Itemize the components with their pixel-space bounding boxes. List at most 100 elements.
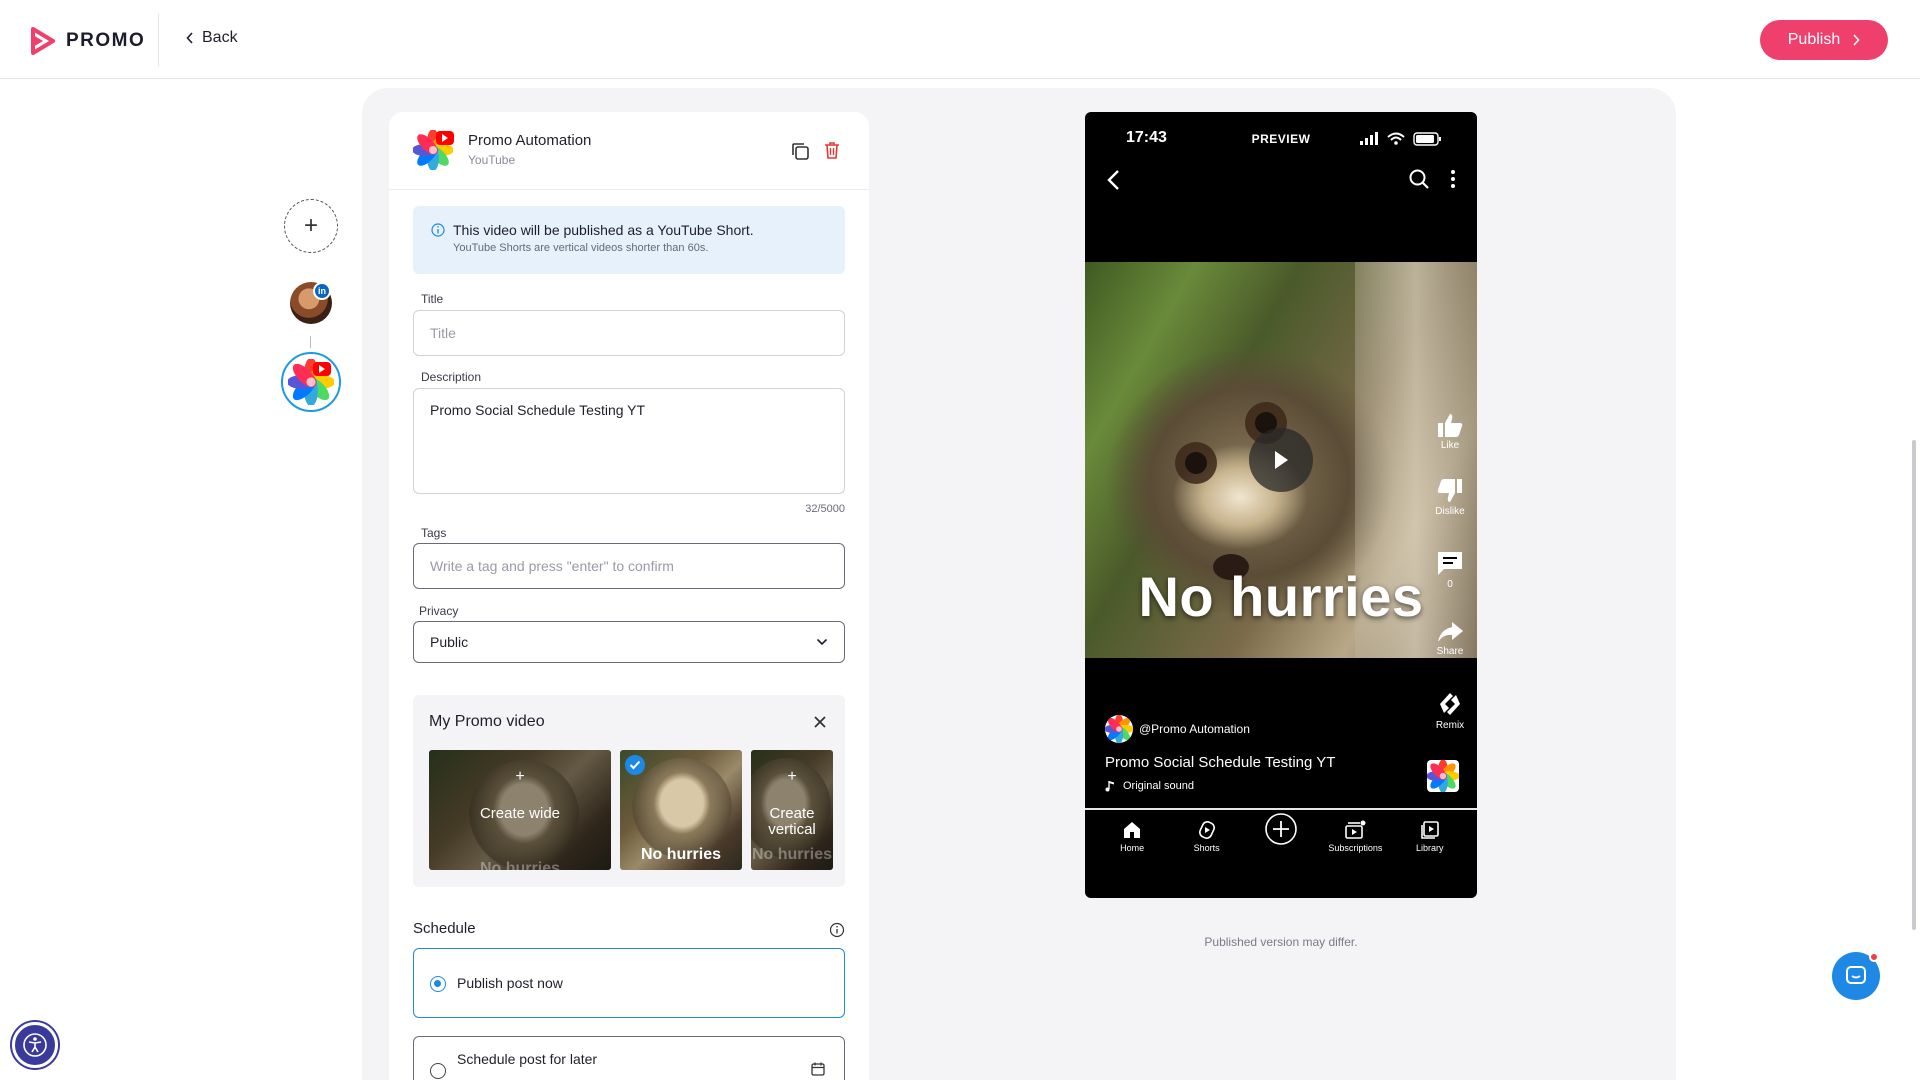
account-header: Promo Automation YouTube bbox=[389, 112, 869, 190]
shorts-tabbar: Home Shorts Subscriptions Library bbox=[1085, 813, 1477, 878]
back-button[interactable]: Back bbox=[186, 29, 238, 47]
calendar-icon[interactable] bbox=[810, 1061, 826, 1077]
promo-logo[interactable]: PROMO bbox=[30, 27, 145, 55]
thumb-caption: No hurries bbox=[751, 846, 832, 863]
thumbs-down-icon bbox=[1437, 479, 1462, 502]
post-editor-card: Promo Automation YouTube This video will… bbox=[389, 112, 869, 1080]
music-note-icon bbox=[1105, 781, 1114, 792]
shorts-preview-phone: 17:43 PREVIEW No hurries Like Dislike 0 bbox=[1085, 112, 1477, 898]
short-video[interactable]: No hurries bbox=[1085, 262, 1477, 658]
promo-logo-icon bbox=[31, 27, 55, 55]
description-label: Description bbox=[421, 370, 482, 384]
publish-now-option[interactable]: Publish post now bbox=[413, 948, 845, 1018]
subscriptions-icon bbox=[1345, 820, 1366, 839]
play-button[interactable] bbox=[1249, 428, 1313, 492]
sound-row[interactable]: Original sound bbox=[1105, 780, 1194, 792]
thumb-action-label: Create wide bbox=[479, 805, 561, 822]
chat-icon bbox=[1846, 966, 1866, 984]
remix-label: Remix bbox=[1435, 720, 1465, 731]
title-input[interactable] bbox=[413, 310, 845, 356]
channel-handle: @Promo Automation bbox=[1139, 722, 1250, 736]
account-name: Promo Automation bbox=[468, 132, 592, 149]
thumbs-up-icon bbox=[1438, 414, 1463, 437]
tab-library[interactable]: Library bbox=[1398, 818, 1462, 853]
sound-label: Original sound bbox=[1123, 780, 1194, 792]
page-scrollbar[interactable] bbox=[1912, 440, 1916, 930]
shorts-icon bbox=[1198, 821, 1215, 839]
privacy-select[interactable]: Public bbox=[413, 621, 845, 663]
trash-icon[interactable] bbox=[821, 139, 843, 161]
schedule-label: Schedule bbox=[413, 920, 476, 937]
youtube-short-info: This video will be published as a YouTub… bbox=[413, 206, 845, 274]
add-circle-icon bbox=[1265, 813, 1297, 845]
play-icon bbox=[1275, 451, 1288, 469]
comments-count: 0 bbox=[1447, 579, 1453, 590]
chevron-right-icon bbox=[1853, 34, 1860, 46]
share-action[interactable]: Share bbox=[1430, 620, 1470, 657]
privacy-value: Public bbox=[430, 634, 469, 650]
chevron-left-icon bbox=[186, 32, 193, 44]
comment-icon bbox=[1438, 552, 1462, 575]
more-vertical-icon[interactable] bbox=[1450, 168, 1456, 190]
info-title: This video will be published as a YouTub… bbox=[453, 222, 754, 238]
description-textarea[interactable] bbox=[413, 388, 845, 494]
checkmark-icon bbox=[625, 755, 645, 775]
youtube-account-avatar[interactable] bbox=[281, 352, 341, 412]
search-icon[interactable] bbox=[1408, 168, 1430, 190]
notification-dot bbox=[1869, 952, 1879, 962]
home-icon bbox=[1124, 822, 1141, 838]
info-icon bbox=[431, 223, 445, 237]
option-label: Schedule post for later bbox=[457, 1051, 598, 1067]
logo-text: PROMO bbox=[66, 30, 146, 51]
publish-button[interactable]: Publish bbox=[1760, 20, 1888, 60]
schedule-later-option[interactable]: Schedule post for later bbox=[413, 1036, 845, 1080]
duplicate-icon[interactable] bbox=[789, 140, 811, 162]
create-wide-thumbnail[interactable]: + Create wide No hurries bbox=[429, 750, 611, 870]
tab-subscriptions[interactable]: Subscriptions bbox=[1323, 818, 1387, 853]
plus-icon: + bbox=[303, 212, 318, 239]
flower-icon bbox=[1105, 715, 1133, 743]
comments-action[interactable]: 0 bbox=[1430, 549, 1470, 590]
thumb-caption: No hurries bbox=[640, 846, 721, 863]
rail-connector bbox=[310, 336, 311, 348]
video-caption: No hurries bbox=[1138, 565, 1424, 628]
library-icon bbox=[1420, 821, 1439, 839]
remix-icon bbox=[1440, 693, 1460, 715]
sloth-image bbox=[632, 758, 732, 858]
selected-vertical-thumbnail[interactable]: No hurries bbox=[620, 750, 742, 870]
dislike-label: Dislike bbox=[1435, 506, 1465, 517]
accessibility-button[interactable] bbox=[12, 1022, 58, 1068]
status-icons bbox=[1360, 132, 1441, 146]
tab-home[interactable]: Home bbox=[1100, 818, 1164, 853]
sloth-eye bbox=[1185, 452, 1207, 474]
like-label: Like bbox=[1440, 440, 1460, 451]
tab-shorts[interactable]: Shorts bbox=[1175, 818, 1239, 853]
top-bar: PROMO Back Publish bbox=[0, 0, 1920, 79]
share-label: Share bbox=[1436, 646, 1464, 657]
tab-create[interactable] bbox=[1249, 813, 1313, 849]
back-arrow-icon[interactable] bbox=[1104, 168, 1124, 192]
thumb-caption: No hurries bbox=[479, 860, 560, 870]
create-vertical-thumbnail[interactable]: + Create vertical No hurries bbox=[751, 750, 833, 870]
channel-row[interactable]: @Promo Automation bbox=[1105, 715, 1250, 743]
info-icon[interactable] bbox=[829, 922, 845, 938]
dislike-action[interactable]: Dislike bbox=[1430, 478, 1470, 517]
preview-note: Published version may differ. bbox=[1204, 935, 1358, 949]
video-picker: My Promo video + Create wide No hurries … bbox=[413, 695, 845, 887]
remix-action[interactable]: Remix bbox=[1430, 690, 1470, 731]
like-action[interactable]: Like bbox=[1430, 412, 1470, 451]
description-counter: 32/5000 bbox=[805, 503, 845, 515]
share-icon bbox=[1438, 622, 1463, 642]
title-label: Title bbox=[421, 292, 444, 306]
publish-label: Publish bbox=[1787, 31, 1841, 48]
close-icon[interactable] bbox=[811, 713, 829, 731]
sound-thumbnail[interactable] bbox=[1427, 760, 1459, 792]
linkedin-icon: in bbox=[313, 282, 331, 300]
account-platform: YouTube bbox=[468, 153, 516, 167]
plus-icon: + bbox=[515, 768, 525, 785]
flower-icon bbox=[1427, 760, 1459, 792]
add-account-button[interactable]: + bbox=[284, 199, 338, 253]
tags-input[interactable] bbox=[413, 543, 845, 589]
radio-selected[interactable] bbox=[430, 976, 446, 992]
radio-unselected[interactable] bbox=[430, 1063, 446, 1079]
